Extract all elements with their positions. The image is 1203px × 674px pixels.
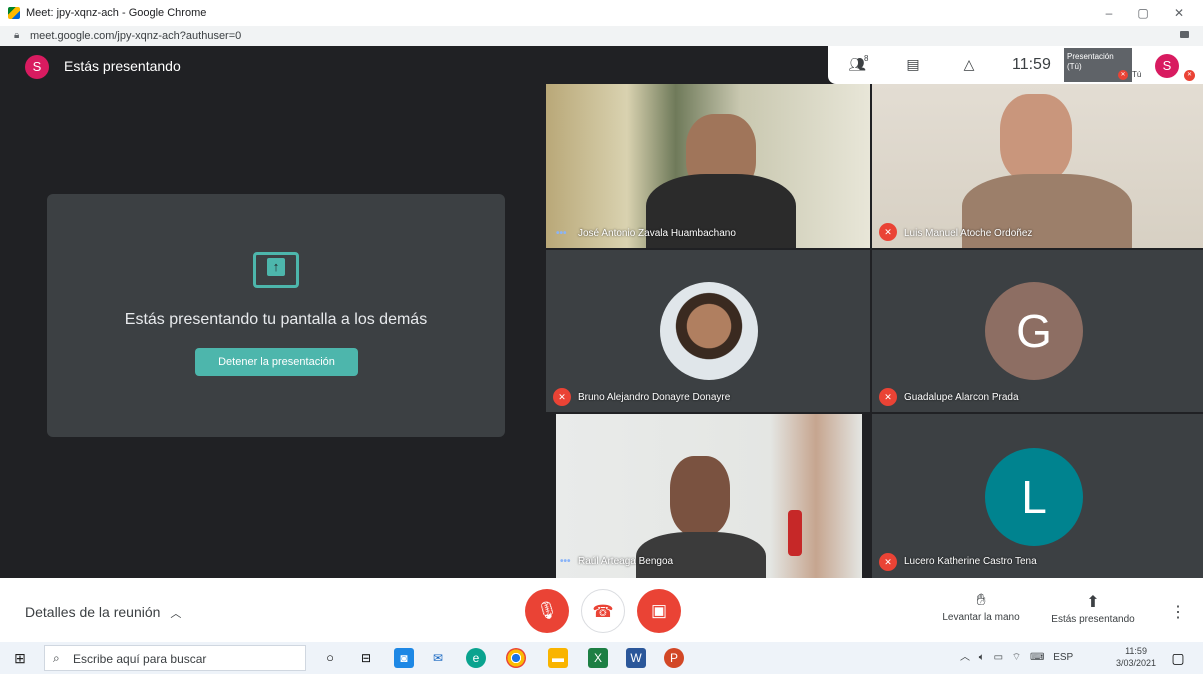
participant-name: Raúl Arteaga Bengoa	[578, 556, 674, 567]
url-text[interactable]: meet.google.com/jpy-xqnz-ach?authuser=0	[30, 30, 241, 42]
camera-toggle-button[interactable]: ▣	[637, 589, 681, 633]
self-avatar: S	[25, 55, 49, 79]
participant-name: Lucero Katherine Castro Tena	[904, 556, 1037, 567]
battery-icon[interactable]: ▭	[994, 652, 1003, 663]
mic-off-icon: ✕	[879, 553, 897, 571]
more-options-button[interactable]: ⋮	[1170, 602, 1186, 622]
participant-name: José Antonio Zavala Huambachano	[578, 228, 736, 239]
notifications-icon[interactable]: ▢	[1168, 648, 1188, 668]
video-person-body	[636, 532, 766, 578]
mic-off-icon: ✕	[1118, 70, 1128, 80]
task-view-icon[interactable]: ⊟	[356, 648, 376, 668]
meeting-details-label: Detalles de la reunión	[25, 604, 161, 620]
mail-icon[interactable]: ✉︎	[428, 648, 448, 668]
participant-tile[interactable]	[546, 84, 870, 248]
meet-favicon-icon	[8, 7, 20, 19]
video-person	[1000, 94, 1072, 182]
address-bar[interactable]: 🔒︎ meet.google.com/jpy-xqnz-ach?authuser…	[0, 26, 1203, 46]
participant-avatar: L	[985, 448, 1083, 546]
leave-call-button[interactable]: ☎︎	[581, 589, 625, 633]
keyboard-icon[interactable]: ⌨︎	[1030, 652, 1044, 663]
mic-off-icon: ✕	[879, 388, 897, 406]
participant-name: Guadalupe Alarcon Prada	[904, 392, 1019, 403]
present-screen-icon: ↑	[253, 252, 299, 288]
present-now-button[interactable]: ⬆︎ Estás presentando	[1046, 592, 1140, 625]
speaking-icon: •••	[560, 556, 571, 567]
word-icon[interactable]: W	[626, 648, 646, 668]
raise-hand-button[interactable]: ✋︎ Levantar la mano	[936, 592, 1026, 623]
wifi-icon[interactable]: ⌔	[1012, 652, 1021, 663]
presenting-label: Estás presentando	[1051, 614, 1135, 625]
meet-clock: 11:59	[1012, 56, 1051, 73]
lock-icon: 🔒︎	[14, 30, 20, 41]
participant-tile[interactable]	[546, 250, 870, 412]
mic-off-icon: ✕	[879, 223, 897, 241]
video-fire-extinguisher	[788, 510, 802, 556]
store-icon[interactable]: ◙	[394, 648, 414, 668]
cortana-icon[interactable]: ○	[320, 648, 340, 668]
present-screen-icon: ⬆︎	[1086, 594, 1100, 611]
file-explorer-icon[interactable]: ▬	[548, 648, 568, 668]
window-title: Meet: jpy-xqnz-ach - Google Chrome	[26, 7, 207, 19]
close-button[interactable]: ✕	[1162, 4, 1196, 22]
taskbar-date: 3/03/2021	[1116, 658, 1157, 668]
window-titlebar: Meet: jpy-xqnz-ach - Google Chrome – ▢ ✕	[0, 0, 1203, 26]
edge-icon[interactable]: e	[466, 648, 486, 668]
taskbar-search[interactable]: ⌕ Escribe aquí para buscar	[44, 645, 306, 671]
participant-tile[interactable]	[556, 414, 862, 578]
participant-avatar-photo	[660, 282, 758, 380]
search-icon: ⌕	[53, 651, 60, 665]
minimize-button[interactable]: –	[1092, 4, 1126, 22]
chevron-up-icon: ︿	[170, 608, 182, 620]
chevron-up-icon[interactable]: ︿	[960, 652, 970, 663]
presenting-title: Estás presentando	[64, 58, 181, 74]
participant-name: Luis Manuel Atoche Ordoñez	[904, 228, 1033, 239]
taskbar-clock[interactable]: 11:59 3/03/2021	[1116, 645, 1156, 669]
cast-icon[interactable]	[1180, 31, 1189, 38]
mic-off-icon: ✕	[553, 388, 571, 406]
volume-icon[interactable]: 🔈︎	[979, 652, 985, 663]
raise-hand-label: Levantar la mano	[942, 612, 1020, 623]
presenting-message: Estás presentando tu pantalla a los demá…	[124, 311, 428, 328]
video-person	[670, 456, 730, 536]
powerpoint-icon[interactable]: P	[664, 648, 684, 668]
participant-tile[interactable]: L	[872, 414, 1203, 578]
stop-presenting-button[interactable]: Detener la presentación	[195, 348, 358, 376]
chat-icon[interactable]: ▤	[902, 56, 924, 72]
maximize-button[interactable]: ▢	[1126, 4, 1160, 22]
participant-name: Bruno Alejandro Donayre Donayre	[578, 392, 731, 403]
excel-icon[interactable]: X	[588, 648, 608, 668]
taskbar-time: 11:59	[1125, 646, 1147, 656]
arrow-up-icon: ↑	[267, 258, 285, 276]
meeting-details-button[interactable]: Detalles de la reunión ︿	[25, 604, 181, 621]
chrome-icon[interactable]	[506, 648, 526, 668]
participant-avatar: G	[985, 282, 1083, 380]
hand-icon: ✋︎	[976, 592, 986, 609]
language-indicator[interactable]: ESP	[1053, 652, 1073, 663]
system-tray: ︿ 🔈︎ ▭ ⌔ ⌨︎ ESP	[960, 648, 1073, 664]
mic-toggle-button[interactable]: 🎙︎	[525, 589, 569, 633]
people-count: 8	[864, 54, 869, 63]
participant-tile[interactable]: G	[872, 250, 1203, 412]
mic-off-icon: ✕	[1184, 70, 1195, 81]
self-avatar-small: S	[1155, 54, 1179, 78]
activities-icon[interactable]: △	[958, 56, 980, 72]
search-placeholder: Escribe aquí para buscar	[73, 652, 207, 666]
windows-start-icon[interactable]: ⊞	[10, 648, 30, 668]
speaking-icon: •••	[556, 228, 567, 239]
participant-tile[interactable]	[872, 84, 1203, 248]
you-label: Tú	[1132, 70, 1142, 79]
